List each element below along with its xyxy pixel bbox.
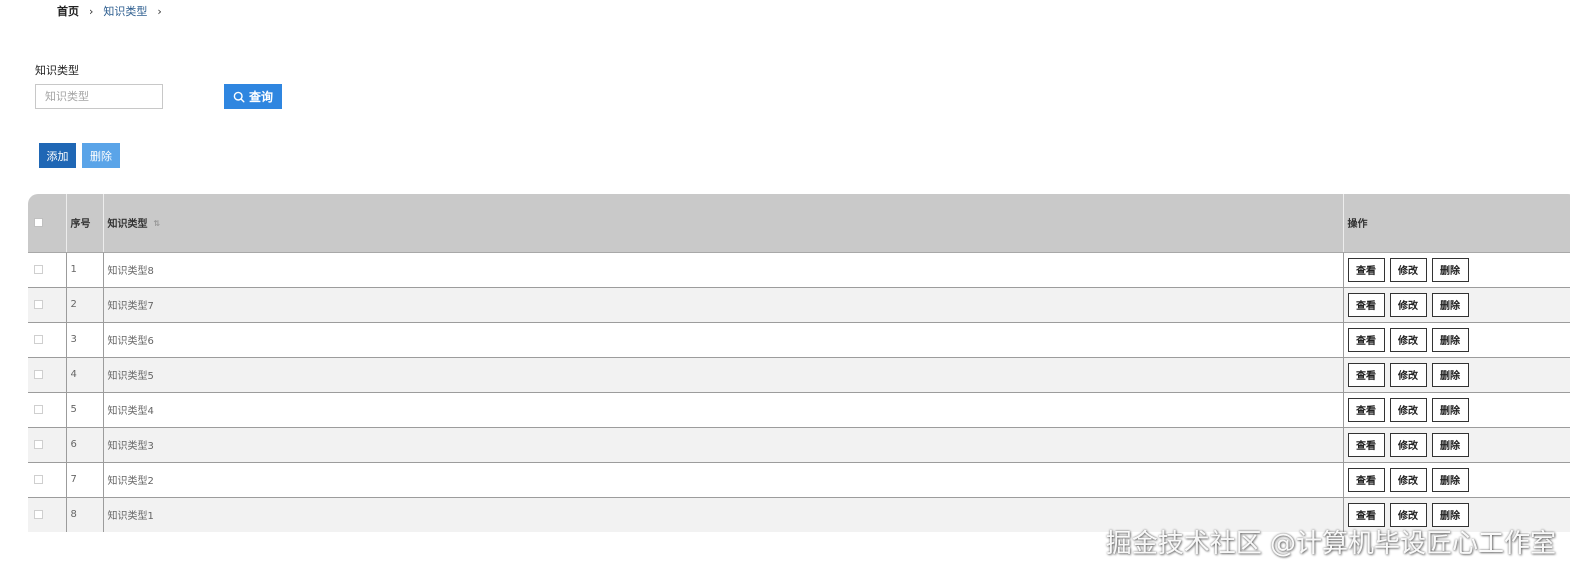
select-all-checkbox[interactable]: [34, 218, 43, 228]
edit-button[interactable]: 修改: [1389, 362, 1427, 387]
table-header-row: 序号 知识类型 ⇅ 操作: [28, 194, 1570, 253]
row-name: 知识类型7: [103, 286, 1344, 322]
row-actions: 查看 修改 删除: [1343, 286, 1570, 322]
table-body: 1 知识类型8 查看 修改 删除 2 知识类型7 查看 修改 删除 3 知识类型6 查看 修改 删除 4 知识类…: [28, 252, 1570, 532]
row-select-cell: [28, 426, 67, 462]
breadcrumb: 首页 › 知识类型 ›: [57, 3, 172, 19]
breadcrumb-home[interactable]: 首页: [57, 3, 79, 19]
delete-button[interactable]: 删除: [1431, 292, 1469, 317]
row-index: 4: [66, 356, 104, 392]
breadcrumb-separator-icon: ›: [157, 4, 162, 18]
breadcrumb-current[interactable]: 知识类型: [103, 3, 147, 19]
row-name: 知识类型2: [103, 461, 1344, 497]
watermark: 掘金技术社区 @计算机毕设匠心工作室: [1105, 529, 1556, 559]
row-name: 知识类型6: [103, 321, 1344, 357]
edit-button[interactable]: 修改: [1389, 432, 1427, 457]
row-index: 1: [66, 252, 104, 287]
table-row: 7 知识类型2 查看 修改 删除: [28, 461, 1570, 497]
row-action-group: 查看 修改 删除: [1347, 432, 1570, 457]
search-button[interactable]: 查询: [224, 84, 282, 109]
view-button[interactable]: 查看: [1347, 257, 1385, 282]
table-row: 5 知识类型4 查看 修改 删除: [28, 391, 1570, 427]
table-row: 6 知识类型3 查看 修改 删除: [28, 426, 1570, 462]
row-actions: 查看 修改 删除: [1343, 252, 1570, 287]
row-select-cell: [28, 391, 67, 427]
row-name: 知识类型4: [103, 391, 1344, 427]
search-button-label: 查询: [248, 90, 273, 104]
view-button[interactable]: 查看: [1347, 292, 1385, 317]
edit-button[interactable]: 修改: [1389, 327, 1427, 352]
row-action-group: 查看 修改 删除: [1347, 467, 1570, 492]
table-row: 3 知识类型6 查看 修改 删除: [28, 321, 1570, 357]
row-index: 3: [66, 321, 104, 357]
batch-delete-button[interactable]: 删除: [82, 143, 120, 168]
row-actions: 查看 修改 删除: [1343, 426, 1570, 462]
row-action-group: 查看 修改 删除: [1347, 397, 1570, 422]
knowledge-type-table: 序号 知识类型 ⇅ 操作 1 知识类型8 查看 修改 删除 2 知识类型7 查看 修改 删除 3 知识类…: [28, 194, 1570, 532]
row-index: 7: [66, 461, 104, 497]
row-checkbox[interactable]: [34, 405, 43, 414]
row-name: 知识类型8: [103, 252, 1344, 287]
delete-button[interactable]: 删除: [1431, 362, 1469, 387]
view-button[interactable]: 查看: [1347, 467, 1385, 492]
edit-button[interactable]: 修改: [1389, 292, 1427, 317]
filter-label: 知识类型: [35, 64, 79, 77]
header-ops: 操作: [1343, 194, 1570, 253]
row-checkbox[interactable]: [34, 510, 43, 520]
breadcrumb-separator-icon: ›: [89, 4, 94, 18]
delete-button[interactable]: 删除: [1431, 327, 1469, 352]
table-row: 2 知识类型7 查看 修改 删除: [28, 286, 1570, 322]
row-select-cell: [28, 496, 67, 532]
header-name[interactable]: 知识类型 ⇅: [103, 194, 1344, 253]
row-index: 5: [66, 391, 104, 427]
delete-button[interactable]: 删除: [1431, 467, 1469, 492]
data-table-container: 序号 知识类型 ⇅ 操作 1 知识类型8 查看 修改 删除 2 知识类型7 查看 修改 删除 3 知识类…: [28, 194, 1570, 532]
row-checkbox[interactable]: [34, 440, 43, 449]
edit-button[interactable]: 修改: [1389, 257, 1427, 282]
row-action-group: 查看 修改 删除: [1347, 257, 1570, 282]
row-checkbox[interactable]: [34, 370, 43, 379]
row-actions: 查看 修改 删除: [1343, 391, 1570, 427]
row-action-group: 查看 修改 删除: [1347, 292, 1570, 317]
row-select-cell: [28, 321, 67, 357]
row-index: 6: [66, 426, 104, 462]
row-index: 8: [66, 496, 104, 532]
edit-button[interactable]: 修改: [1389, 467, 1427, 492]
row-select-cell: [28, 286, 67, 322]
row-checkbox[interactable]: [34, 475, 43, 484]
add-button[interactable]: 添加: [39, 143, 76, 168]
row-checkbox[interactable]: [34, 265, 43, 274]
row-select-cell: [28, 252, 67, 287]
view-button[interactable]: 查看: [1347, 362, 1385, 387]
view-button[interactable]: 查看: [1347, 397, 1385, 422]
row-actions: 查看 修改 删除: [1343, 461, 1570, 497]
row-select-cell: [28, 356, 67, 392]
row-name: 知识类型5: [103, 356, 1344, 392]
delete-button[interactable]: 删除: [1431, 432, 1469, 457]
sort-icon[interactable]: ⇅: [154, 220, 161, 228]
row-checkbox[interactable]: [34, 300, 43, 309]
search-icon: [233, 91, 245, 103]
row-action-group: 查看 修改 删除: [1347, 362, 1570, 387]
header-name-label: 知识类型: [107, 219, 148, 231]
edit-button[interactable]: 修改: [1389, 397, 1427, 422]
table-row: 1 知识类型8 查看 修改 删除: [28, 252, 1570, 287]
delete-button[interactable]: 删除: [1431, 257, 1469, 282]
row-action-group: 查看 修改 删除: [1347, 327, 1570, 352]
header-select-cell: [28, 194, 67, 253]
view-button[interactable]: 查看: [1347, 327, 1385, 352]
row-actions: 查看 修改 删除: [1343, 356, 1570, 392]
header-index: 序号: [66, 194, 104, 253]
row-actions: 查看 修改 删除: [1343, 321, 1570, 357]
table-row: 4 知识类型5 查看 修改 删除: [28, 356, 1570, 392]
row-index: 2: [66, 286, 104, 322]
knowledge-type-search-input[interactable]: [35, 84, 163, 109]
row-name: 知识类型3: [103, 426, 1344, 462]
row-checkbox[interactable]: [34, 335, 43, 344]
view-button[interactable]: 查看: [1347, 432, 1385, 457]
delete-button[interactable]: 删除: [1431, 397, 1469, 422]
row-select-cell: [28, 461, 67, 497]
